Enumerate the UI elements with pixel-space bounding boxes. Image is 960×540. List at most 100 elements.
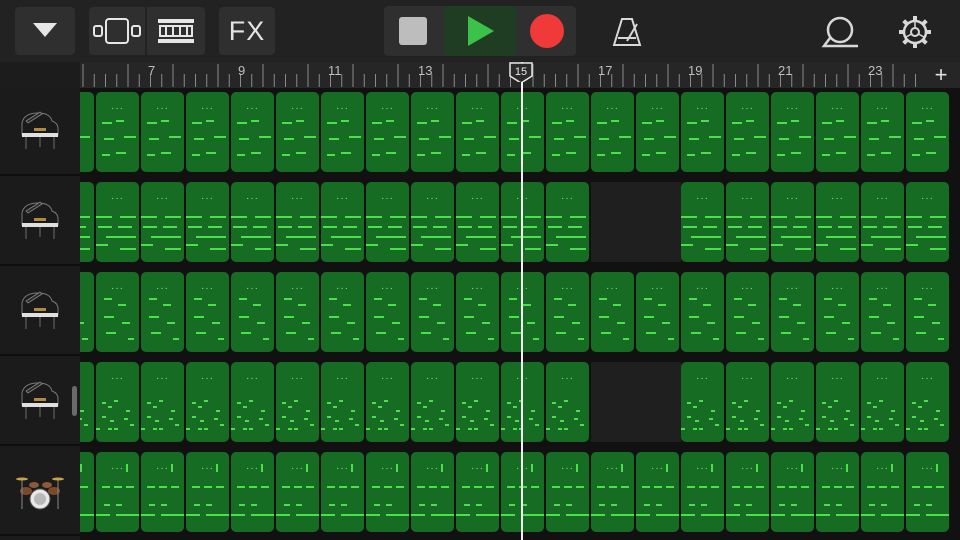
- track-lane-2[interactable]: ··· ··· ··· ··· ··· ··· ··· ··· ··· ··· ··· ··· ··· ·…: [80, 178, 960, 268]
- midi-region[interactable]: ···: [591, 452, 634, 532]
- midi-region[interactable]: ···: [681, 362, 724, 442]
- midi-region[interactable]: ···: [816, 92, 859, 172]
- midi-region[interactable]: ···: [771, 362, 814, 442]
- loop-browser-button[interactable]: [815, 10, 865, 54]
- midi-region[interactable]: ···: [816, 362, 859, 442]
- midi-region[interactable]: ···: [96, 92, 139, 172]
- midi-region[interactable]: ···: [411, 362, 454, 442]
- midi-region[interactable]: ···: [186, 452, 229, 532]
- track-header-5[interactable]: [0, 448, 80, 536]
- midi-region[interactable]: ···: [96, 362, 139, 442]
- midi-region[interactable]: ···: [906, 92, 949, 172]
- midi-region[interactable]: ···: [681, 272, 724, 352]
- midi-region[interactable]: ···: [456, 182, 499, 262]
- midi-region[interactable]: ···: [771, 272, 814, 352]
- empty-bar[interactable]: [591, 182, 636, 262]
- midi-region[interactable]: ···: [546, 452, 589, 532]
- midi-region[interactable]: ···: [141, 362, 184, 442]
- midi-region[interactable]: [80, 92, 94, 172]
- fx-button[interactable]: FX: [219, 7, 275, 55]
- midi-region[interactable]: ···: [231, 272, 274, 352]
- midi-region[interactable]: ···: [456, 92, 499, 172]
- midi-region[interactable]: ···: [366, 272, 409, 352]
- midi-region[interactable]: ···: [546, 362, 589, 442]
- track-lane-5[interactable]: ··· ··· ··· ··· ··· ··· ··· ··· ··· ··· ··· ··· ··· ·…: [80, 448, 960, 538]
- midi-region[interactable]: ···: [231, 362, 274, 442]
- midi-region[interactable]: ···: [546, 182, 589, 262]
- empty-bar[interactable]: [636, 182, 681, 262]
- midi-region[interactable]: ···: [771, 452, 814, 532]
- track-header-4[interactable]: [0, 358, 80, 446]
- play-button[interactable]: [444, 6, 516, 56]
- midi-region[interactable]: ···: [456, 272, 499, 352]
- track-lane-3[interactable]: ··· ··· ··· ··· ··· ··· ··· ··· ··· ··· ··· ··· ··· ·…: [80, 268, 960, 358]
- midi-region[interactable]: ···: [411, 182, 454, 262]
- midi-region[interactable]: ···: [906, 272, 949, 352]
- midi-region[interactable]: ···: [816, 272, 859, 352]
- midi-region[interactable]: ···: [456, 452, 499, 532]
- midi-region[interactable]: ···: [681, 452, 724, 532]
- midi-region[interactable]: [80, 272, 94, 352]
- midi-region[interactable]: ···: [276, 362, 319, 442]
- midi-region[interactable]: ···: [771, 92, 814, 172]
- midi-region[interactable]: ···: [366, 452, 409, 532]
- midi-region[interactable]: ···: [321, 182, 364, 262]
- midi-region[interactable]: ···: [276, 452, 319, 532]
- midi-region[interactable]: ···: [321, 92, 364, 172]
- midi-region[interactable]: ···: [636, 452, 679, 532]
- midi-region[interactable]: ···: [726, 182, 769, 262]
- midi-region[interactable]: ···: [861, 182, 904, 262]
- midi-region[interactable]: ···: [96, 182, 139, 262]
- playhead-marker[interactable]: 15: [509, 62, 533, 82]
- midi-region[interactable]: ···: [636, 92, 679, 172]
- midi-region[interactable]: ···: [591, 92, 634, 172]
- midi-region[interactable]: ···: [726, 272, 769, 352]
- midi-region[interactable]: [80, 452, 94, 532]
- track-header-2[interactable]: [0, 178, 80, 266]
- midi-region[interactable]: ···: [141, 272, 184, 352]
- tracks-view-button[interactable]: [89, 7, 145, 55]
- midi-region[interactable]: ···: [186, 272, 229, 352]
- midi-region[interactable]: [80, 362, 94, 442]
- midi-region[interactable]: ···: [231, 452, 274, 532]
- midi-region[interactable]: ···: [411, 272, 454, 352]
- midi-region[interactable]: ···: [861, 452, 904, 532]
- midi-region[interactable]: ···: [141, 452, 184, 532]
- midi-region[interactable]: ···: [546, 92, 589, 172]
- midi-region[interactable]: ···: [141, 182, 184, 262]
- midi-region[interactable]: ···: [771, 182, 814, 262]
- track-header-1[interactable]: [0, 88, 80, 176]
- settings-button[interactable]: [891, 8, 939, 56]
- midi-region[interactable]: ···: [906, 182, 949, 262]
- midi-region[interactable]: ···: [681, 182, 724, 262]
- midi-region[interactable]: ···: [816, 452, 859, 532]
- midi-region[interactable]: ···: [231, 182, 274, 262]
- tracks-area[interactable]: ··· ··· ··· ··· ··· ··· ··· ··· ··· ··· ··· ··· ··· ·…: [80, 88, 960, 540]
- tracks-menu-button[interactable]: [15, 7, 75, 55]
- smart-controls-button[interactable]: [147, 7, 205, 55]
- record-button[interactable]: [518, 6, 576, 56]
- midi-region[interactable]: ···: [591, 272, 634, 352]
- midi-region[interactable]: ···: [186, 182, 229, 262]
- add-section-button[interactable]: +: [922, 62, 960, 88]
- track-lane-1[interactable]: ··· ··· ··· ··· ··· ··· ··· ··· ··· ··· ··· ··· ··· ·…: [80, 88, 960, 178]
- midi-region[interactable]: ···: [186, 362, 229, 442]
- midi-region[interactable]: ···: [231, 92, 274, 172]
- empty-bar[interactable]: [636, 362, 681, 442]
- midi-region[interactable]: ···: [321, 452, 364, 532]
- midi-region[interactable]: ···: [861, 92, 904, 172]
- midi-region[interactable]: ···: [276, 272, 319, 352]
- midi-region[interactable]: ···: [321, 362, 364, 442]
- midi-region[interactable]: ···: [321, 272, 364, 352]
- midi-region[interactable]: ···: [366, 92, 409, 172]
- midi-region[interactable]: ···: [546, 272, 589, 352]
- track-lane-4[interactable]: ··· ··· ··· ··· ··· ··· ··· ··· ··· ··· ··· ··· ··· ·…: [80, 358, 960, 448]
- midi-region[interactable]: ···: [726, 92, 769, 172]
- midi-region[interactable]: ···: [411, 92, 454, 172]
- midi-region[interactable]: ···: [141, 92, 184, 172]
- midi-region[interactable]: ···: [366, 362, 409, 442]
- midi-region[interactable]: ···: [96, 452, 139, 532]
- track-header-3[interactable]: [0, 268, 80, 356]
- empty-bar[interactable]: [591, 362, 636, 442]
- stop-button[interactable]: [384, 6, 442, 56]
